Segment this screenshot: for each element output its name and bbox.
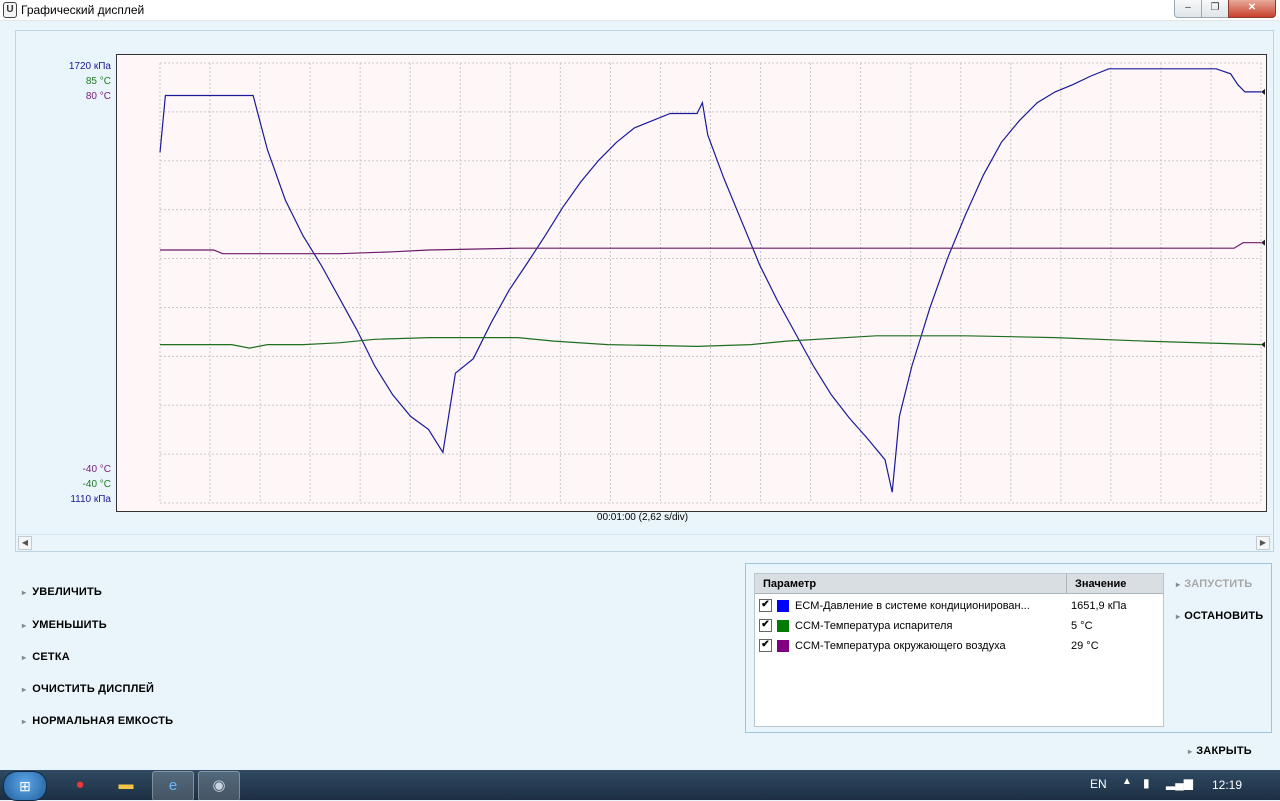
start-menu-button[interactable]: ⊞ — [3, 771, 47, 801]
clear-display-label: ОЧИСТИТЬ ДИСПЛЕЙ — [32, 683, 155, 695]
chevron-right-icon: ▸ — [1188, 747, 1193, 756]
parameter-value: 5 °C — [1071, 620, 1093, 632]
chevron-right-icon: ▸ — [22, 717, 27, 726]
language-indicator[interactable]: EN — [1090, 777, 1107, 791]
table-row[interactable]: ✔ ECM-Давление в системе кондиционирован… — [755, 596, 1163, 616]
column-header-parameter[interactable]: Параметр — [755, 574, 1067, 594]
title-bar: U Графический дисплей – ❐ ✕ — [0, 0, 1280, 21]
internet-explorer-icon[interactable]: e — [152, 771, 194, 801]
series-marker-3 — [1261, 239, 1265, 246]
time-scale-label: 00:01:00 (2,62 s/div) — [596, 512, 689, 523]
grid-button[interactable]: ▸ СЕТКА — [22, 651, 70, 663]
app-icon: U — [3, 2, 17, 18]
minimize-button[interactable]: – — [1174, 0, 1202, 18]
taskbar: ⊞ ● ▬ e ◉ EN ▲ ▮ ▂▄▆ 12:19 — [0, 770, 1280, 801]
axis-label-pressure-max: 1720 кПа — [68, 61, 111, 72]
normal-capacity-label: НОРМАЛЬНАЯ ЕМКОСТЬ — [32, 715, 174, 727]
series-line-2 — [160, 335, 1262, 349]
parameter-value: 29 °C — [1071, 640, 1099, 652]
chevron-right-icon: ▸ — [22, 621, 27, 630]
start-button[interactable]: ▸ ЗАПУСТИТЬ — [1176, 578, 1252, 590]
window-title: Графический дисплей — [21, 3, 145, 17]
table-row[interactable]: ✔ CCM-Температура окружающего воздуха 29… — [755, 636, 1163, 656]
axis-label-evap-max: 85 °C — [85, 76, 111, 87]
series-marker-2 — [1261, 341, 1265, 348]
scroll-left-icon[interactable]: ◀ — [18, 536, 32, 550]
folder-icon[interactable]: ▬ — [106, 771, 146, 799]
table-row[interactable]: ✔ CCM-Температура испарителя 5 °C — [755, 616, 1163, 636]
opera-icon[interactable]: ● — [60, 771, 100, 799]
parameter-name: CCM-Температура окружающего воздуха — [795, 640, 1006, 652]
axis-label-pressure-min: 1110 кПа — [70, 494, 111, 505]
axis-label-ambient-min: -40 °C — [82, 464, 111, 475]
normal-capacity-button[interactable]: ▸ НОРМАЛЬНАЯ ЕМКОСТЬ — [22, 715, 173, 727]
clock[interactable]: 12:19 — [1212, 778, 1242, 792]
diagnostic-app-icon[interactable]: ◉ — [198, 771, 240, 801]
graph-svg — [159, 62, 1265, 504]
axis-label-evap-min: -40 °C — [82, 479, 111, 490]
zoom-out-button[interactable]: ▸ УМЕНЬШИТЬ — [22, 619, 107, 631]
row-checkbox[interactable]: ✔ — [759, 599, 772, 612]
parameter-name: CCM-Температура испарителя — [795, 620, 953, 632]
close-button[interactable]: ▸ ЗАКРЫТЬ — [1188, 745, 1252, 757]
stop-button[interactable]: ▸ ОСТАНОВИТЬ — [1176, 610, 1263, 622]
color-swatch — [777, 640, 789, 652]
chevron-up-icon[interactable]: ▲ — [1122, 776, 1132, 787]
series-marker-1 — [1261, 88, 1265, 95]
close-label: ЗАКРЫТЬ — [1196, 745, 1252, 757]
row-checkbox[interactable]: ✔ — [759, 639, 772, 652]
plot-area — [116, 54, 1267, 512]
parameter-name: ECM-Давление в системе кондиционирован..… — [795, 600, 1030, 612]
chevron-right-icon: ▸ — [22, 588, 27, 597]
chevron-right-icon: ▸ — [22, 685, 27, 694]
grid-label: СЕТКА — [32, 651, 70, 663]
row-checkbox[interactable]: ✔ — [759, 619, 772, 632]
column-header-value[interactable]: Значение — [1067, 574, 1163, 594]
parameter-table: Параметр Значение ✔ ECM-Давление в систе… — [754, 573, 1164, 727]
power-icon[interactable]: ▮ — [1143, 776, 1150, 790]
chevron-right-icon: ▸ — [1176, 580, 1181, 589]
chevron-right-icon: ▸ — [1176, 612, 1181, 621]
axis-label-ambient-max: 80 °C — [85, 91, 111, 102]
stop-label: ОСТАНОВИТЬ — [1184, 610, 1264, 622]
color-swatch — [777, 600, 789, 612]
scroll-right-icon[interactable]: ▶ — [1256, 536, 1270, 550]
clear-display-button[interactable]: ▸ ОЧИСТИТЬ ДИСПЛЕЙ — [22, 683, 154, 695]
close-window-button[interactable]: ✕ — [1228, 0, 1276, 18]
start-label: ЗАПУСТИТЬ — [1184, 578, 1253, 590]
zoom-out-label: УМЕНЬШИТЬ — [32, 619, 107, 631]
zoom-in-label: УВЕЛИЧИТЬ — [32, 586, 103, 598]
color-swatch — [777, 620, 789, 632]
zoom-in-button[interactable]: ▸ УВЕЛИЧИТЬ — [22, 586, 102, 598]
signal-icon[interactable]: ▂▄▆ — [1166, 776, 1193, 790]
parameter-value: 1651,9 кПа — [1071, 600, 1127, 612]
chevron-right-icon: ▸ — [22, 653, 27, 662]
maximize-button[interactable]: ❐ — [1201, 0, 1229, 18]
horizontal-scrollbar[interactable]: ◀ ▶ — [16, 534, 1272, 550]
